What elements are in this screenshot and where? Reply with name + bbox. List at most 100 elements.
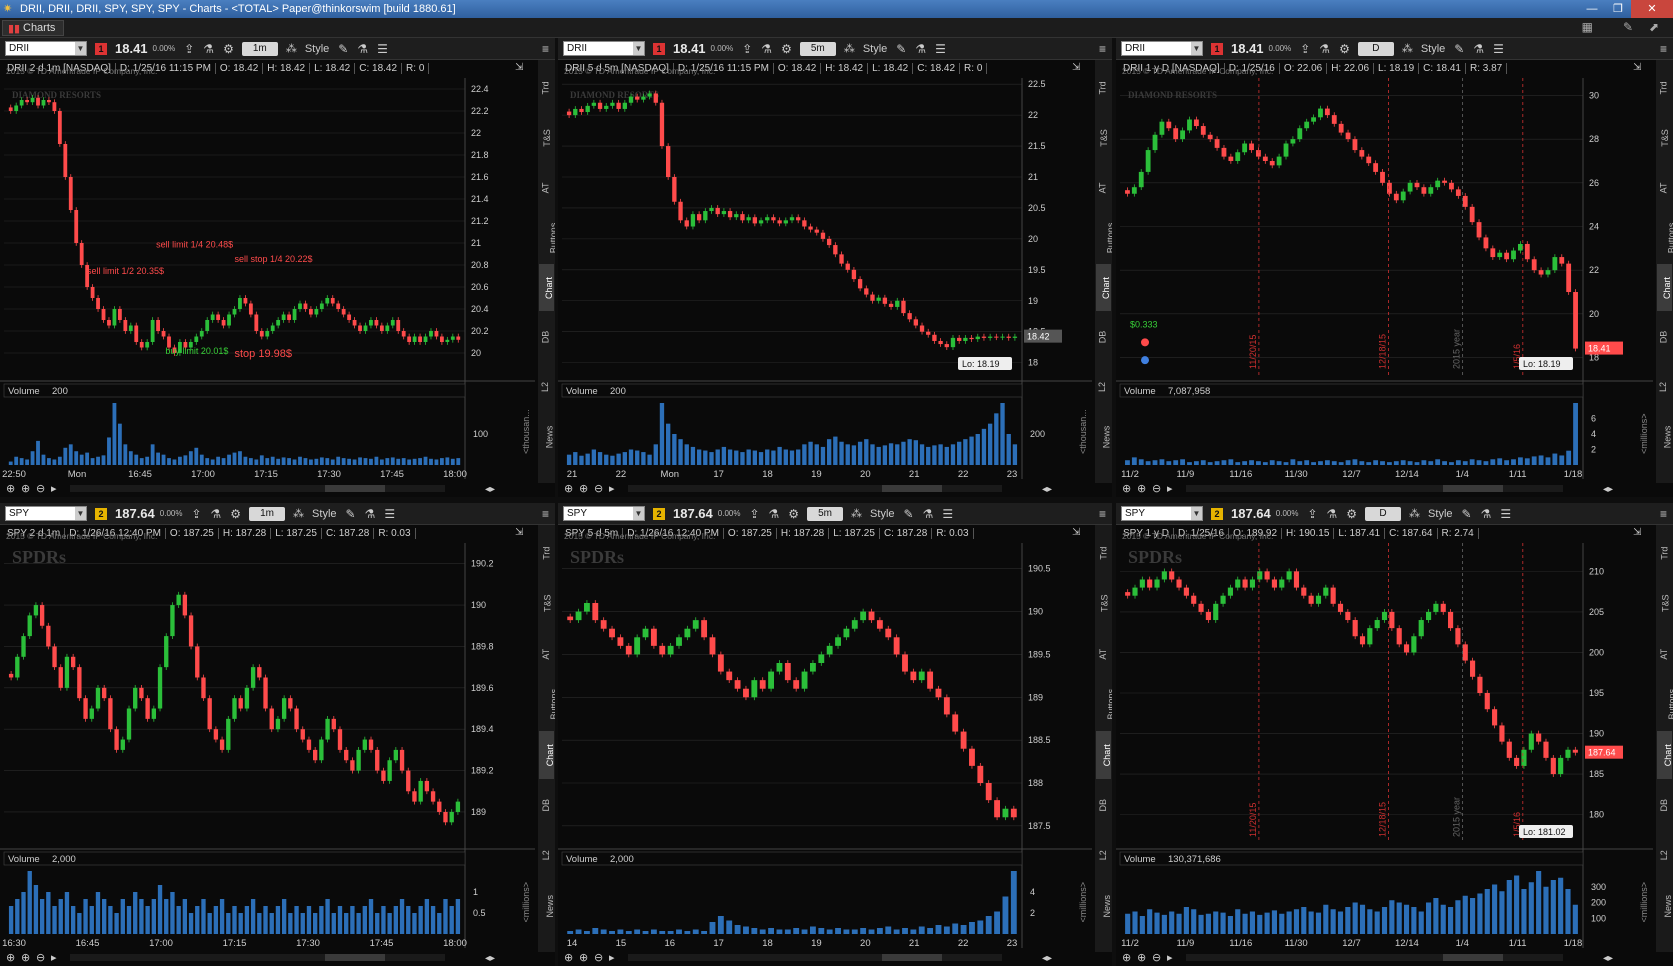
candle-body[interactable] xyxy=(39,605,45,626)
candle-body[interactable] xyxy=(709,207,714,212)
sidebar-tab-chart[interactable]: Chart xyxy=(539,263,554,312)
candle-body[interactable] xyxy=(684,628,691,638)
candle-body[interactable] xyxy=(1276,156,1282,166)
price-chart-svg[interactable]: 189 189.2 189.4 189.6 189.8 190 190.2 2015 © TD… xyxy=(0,525,535,966)
candle-body[interactable] xyxy=(1125,190,1130,194)
candle-body[interactable] xyxy=(443,811,448,823)
candle-body[interactable] xyxy=(1256,150,1261,157)
candle-body[interactable] xyxy=(1352,139,1358,151)
candle-body[interactable] xyxy=(64,656,70,688)
candle-body[interactable] xyxy=(591,102,597,106)
dropdown-icon[interactable]: ▼ xyxy=(1191,42,1202,55)
candle-body[interactable] xyxy=(77,667,82,699)
study-flask-icon[interactable]: ⚗ xyxy=(357,42,368,56)
candle-body[interactable] xyxy=(381,770,386,781)
candle-body[interactable] xyxy=(1559,257,1565,264)
price-chart-svg[interactable]: 187.5 188 188.5 189 189.5 190 190.5 2015 © TD A… xyxy=(558,525,1092,966)
candle-body[interactable] xyxy=(412,791,417,802)
sidebar-tab-l2[interactable]: L2 xyxy=(1657,831,1672,879)
candle-body[interactable] xyxy=(943,697,950,715)
candle-body[interactable] xyxy=(1180,130,1186,140)
candle-body[interactable] xyxy=(288,698,293,709)
candle-body[interactable] xyxy=(1538,270,1544,275)
link-group-badge[interactable]: 1 xyxy=(95,42,107,55)
candle-body[interactable] xyxy=(609,628,615,638)
pattern-icon[interactable]: ☰ xyxy=(942,507,953,521)
tab-charts[interactable]: ▮▮ Charts xyxy=(2,20,65,36)
candle-body[interactable] xyxy=(777,220,782,224)
candle-body[interactable] xyxy=(843,628,850,638)
candle-body[interactable] xyxy=(350,760,355,771)
candle-body[interactable] xyxy=(300,729,305,740)
candle-body[interactable] xyxy=(1315,595,1322,604)
candle-body[interactable] xyxy=(1200,126,1206,135)
candle-body[interactable] xyxy=(1374,620,1380,629)
candle-body[interactable] xyxy=(298,303,302,310)
sidebar-tab-news[interactable]: News xyxy=(1657,882,1673,930)
horizontal-scrollbar-thumb[interactable] xyxy=(1443,485,1503,492)
candle-body[interactable] xyxy=(783,220,788,224)
sidebar-tab-chart[interactable]: Chart xyxy=(1096,263,1111,312)
candle-body[interactable] xyxy=(358,325,362,332)
candle-body[interactable] xyxy=(1435,180,1441,188)
drawing-tool-icon[interactable]: ✎ xyxy=(338,42,348,56)
candle-body[interactable] xyxy=(1381,611,1388,621)
candle-body[interactable] xyxy=(1227,587,1233,596)
candle-body[interactable] xyxy=(1543,741,1549,758)
candle-body[interactable] xyxy=(751,680,758,698)
candle-body[interactable] xyxy=(1442,180,1447,183)
candle-body[interactable] xyxy=(885,628,892,638)
candle-body[interactable] xyxy=(63,144,68,177)
sidebar-tab-trd[interactable]: Trd xyxy=(1657,529,1672,577)
candle-body[interactable] xyxy=(1249,143,1254,151)
candle-body[interactable] xyxy=(210,314,215,321)
menu-icon[interactable]: ≡ xyxy=(542,42,549,56)
candle-body[interactable] xyxy=(1304,121,1310,129)
sidebar-tab-trd[interactable]: Trd xyxy=(1657,64,1672,112)
candle-body[interactable] xyxy=(1318,108,1323,118)
candle-body[interactable] xyxy=(566,111,572,116)
candle-body[interactable] xyxy=(52,102,57,111)
candle-body[interactable] xyxy=(579,108,584,113)
candle-body[interactable] xyxy=(927,671,934,689)
candle-body[interactable] xyxy=(1433,603,1439,612)
candle-body[interactable] xyxy=(1572,749,1578,753)
menu-icon[interactable]: ≡ xyxy=(542,507,549,521)
candle-body[interactable] xyxy=(1166,121,1172,129)
candle-body[interactable] xyxy=(275,718,281,730)
aggregation-button[interactable]: D xyxy=(1357,41,1394,56)
sidebar-tab-trd[interactable]: Trd xyxy=(1096,529,1111,577)
candle-body[interactable] xyxy=(635,96,640,100)
flask-icon[interactable]: ⚗ xyxy=(761,42,772,56)
share-icon[interactable]: ⇪ xyxy=(1307,507,1317,521)
candle-body[interactable] xyxy=(1000,336,1005,338)
zoom-in-icon[interactable]: ⊕ xyxy=(579,482,588,495)
share-icon[interactable]: ⇪ xyxy=(184,42,194,56)
link-group-badge[interactable]: 2 xyxy=(1211,507,1223,520)
sidebar-tab-buttons[interactable]: Buttons xyxy=(1096,214,1112,262)
candle-body[interactable] xyxy=(281,698,287,719)
style-menu-icon[interactable]: ⁂ xyxy=(844,42,855,55)
candle-body[interactable] xyxy=(437,801,442,812)
candle-body[interactable] xyxy=(195,646,200,678)
candle-body[interactable] xyxy=(1524,243,1530,260)
zoom-out-icon[interactable]: ⊖ xyxy=(594,482,603,495)
candle-body[interactable] xyxy=(975,336,980,340)
candle-body[interactable] xyxy=(1323,587,1329,596)
gear-icon[interactable]: ⚙ xyxy=(788,507,799,521)
candle-body[interactable] xyxy=(347,314,352,321)
pattern-icon[interactable]: ☰ xyxy=(1493,42,1504,56)
symbol-input[interactable]: SPY ▼ xyxy=(563,506,645,521)
candle-body[interactable] xyxy=(1531,259,1537,271)
sidebar-tab-db[interactable]: DB xyxy=(539,313,554,361)
gear-icon[interactable]: ⚙ xyxy=(230,507,241,521)
price-chart-svg[interactable]: 182022242628302015 © TD Ameritrade IP Co… xyxy=(1116,60,1653,497)
candle-body[interactable] xyxy=(120,739,125,750)
symbol-input[interactable]: SPY ▼ xyxy=(5,506,87,521)
candle-body[interactable] xyxy=(1462,195,1468,207)
candle-body[interactable] xyxy=(449,811,454,823)
candle-body[interactable] xyxy=(248,303,253,315)
study-flask-icon[interactable]: ⚗ xyxy=(915,42,926,56)
pointer-icon[interactable]: ▸ xyxy=(609,482,615,495)
candle-body[interactable] xyxy=(269,708,274,730)
